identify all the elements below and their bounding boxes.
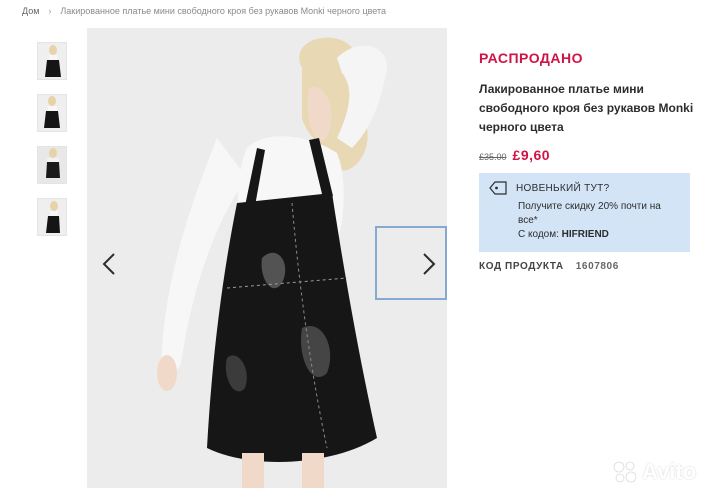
- avito-logo-icon: [613, 461, 637, 483]
- breadcrumb-current: Лакированное платье мини свободного кроя…: [60, 6, 387, 16]
- promo-code: HIFRIEND: [561, 229, 609, 240]
- avito-watermark: Avito: [612, 459, 696, 485]
- product-code-value: 1607806: [575, 261, 619, 272]
- chevron-left-icon: [102, 253, 115, 275]
- promo-code-line: С кодом: HIFRIEND: [518, 228, 680, 242]
- sale-price: £9,60: [512, 147, 551, 163]
- promo-text: Получите скидку 20% почти на все*: [518, 201, 661, 226]
- product-code: КОД ПРОДУКТА 1607806: [479, 261, 619, 272]
- thumbnail-3[interactable]: [37, 146, 67, 184]
- tag-icon: [489, 181, 507, 195]
- thumbnail-4[interactable]: [37, 198, 67, 236]
- sold-out-status: РАСПРОДАНО: [479, 50, 583, 66]
- prev-image-button[interactable]: [95, 244, 123, 284]
- breadcrumb: Дом › Лакированное платье мини свободног…: [22, 3, 386, 19]
- product-info: РАСПРОДАНО Лакированное платье мини своб…: [479, 50, 694, 163]
- next-image-button[interactable]: [415, 244, 443, 284]
- product-photo: [87, 28, 447, 488]
- model-illustration: [87, 28, 447, 488]
- breadcrumb-separator: ›: [48, 6, 52, 16]
- product-title: Лакированное платье мини свободного кроя…: [479, 82, 694, 134]
- watermark-text: Avito: [642, 459, 697, 484]
- old-price: £35.00: [479, 152, 507, 162]
- thumbnail-2[interactable]: [37, 94, 67, 132]
- thumbnail-1[interactable]: [37, 42, 67, 80]
- promo-code-prefix: С кодом:: [518, 229, 559, 240]
- promo-heading: НОВЕНЬКИЙ ТУТ?: [516, 182, 610, 194]
- price-block: £35.00 £9,60: [479, 147, 694, 163]
- thumbnail-list: [37, 42, 67, 250]
- promo-banner: НОВЕНЬКИЙ ТУТ? Получите скидку 20% почти…: [479, 173, 690, 252]
- chevron-right-icon: [423, 253, 436, 275]
- product-code-label: КОД ПРОДУКТА: [479, 261, 564, 272]
- breadcrumb-home-link[interactable]: Дом: [22, 6, 39, 16]
